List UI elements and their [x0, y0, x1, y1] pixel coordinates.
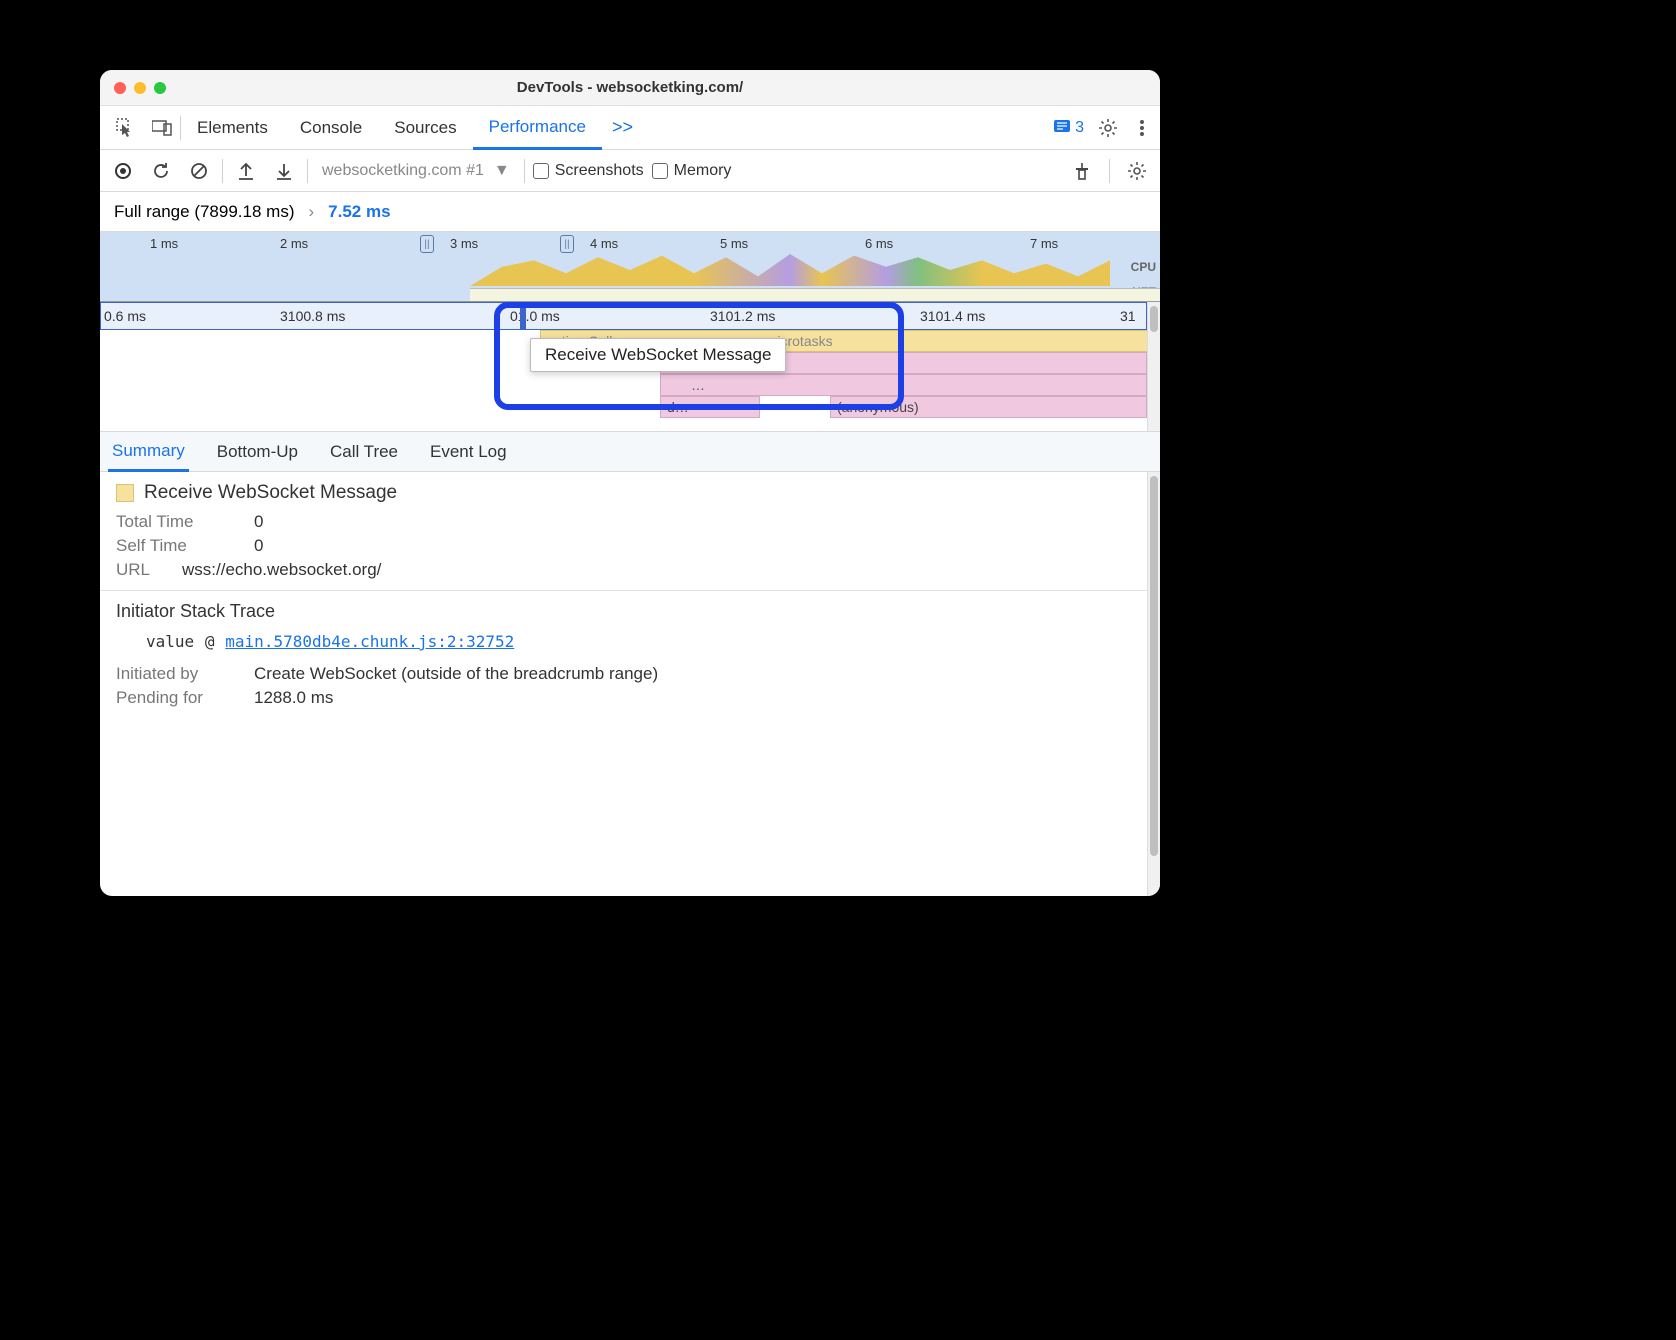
total-time-value: 0 — [254, 512, 263, 532]
memory-label: Memory — [674, 162, 732, 180]
stack-source-link[interactable]: main.5780db4e.chunk.js:2:32752 — [225, 632, 514, 651]
flame-tick: 31 — [1120, 308, 1136, 324]
scrollbar-thumb[interactable] — [1150, 306, 1158, 332]
summary-scrollbar[interactable] — [1147, 472, 1160, 896]
url-value: wss://echo.websocket.org/ — [182, 560, 381, 580]
checkbox-icon — [652, 163, 668, 179]
separator — [1109, 159, 1110, 183]
checkbox-icon — [533, 163, 549, 179]
scrollbar-thumb[interactable] — [1150, 476, 1158, 856]
target-dropdown[interactable]: websocketking.com #1 ▼ — [316, 162, 516, 180]
target-label: websocketking.com #1 — [322, 162, 484, 180]
titlebar: DevTools - websocketking.com/ — [100, 70, 1160, 106]
kebab-menu-icon[interactable] — [1132, 118, 1152, 138]
record-button[interactable] — [108, 156, 138, 186]
overview-tick: 4 ms — [590, 236, 618, 251]
initiated-by-value: Create WebSocket (outside of the breadcr… — [254, 664, 658, 684]
zoom-window-button[interactable] — [154, 82, 166, 94]
panel-tabs: Elements Console Sources Performance >> … — [100, 106, 1160, 150]
overview-tick: 5 ms — [720, 236, 748, 251]
settings-gear-icon[interactable] — [1098, 118, 1118, 138]
capture-settings-gear-icon[interactable] — [1122, 156, 1152, 186]
divider — [100, 590, 1160, 591]
flame-marker — [520, 302, 526, 330]
separator — [222, 159, 223, 183]
devtools-window: DevTools - websocketking.com/ Elements C… — [100, 70, 1160, 896]
flame-bar-d[interactable]: d… — [660, 396, 760, 418]
self-time-value: 0 — [254, 536, 263, 556]
overview-handle-left[interactable]: || — [420, 235, 434, 253]
self-time-label: Self Time — [116, 536, 236, 556]
full-range-label[interactable]: Full range (7899.18 ms) — [114, 202, 294, 222]
overview-tick: 6 ms — [865, 236, 893, 251]
close-window-button[interactable] — [114, 82, 126, 94]
total-time-label: Total Time — [116, 512, 236, 532]
window-controls — [114, 82, 166, 94]
detail-tabs: Summary Bottom-Up Call Tree Event Log — [100, 432, 1160, 472]
pending-for-value: 1288.0 ms — [254, 688, 333, 708]
selected-range[interactable]: 7.52 ms — [328, 202, 390, 222]
screenshots-label: Screenshots — [555, 162, 644, 180]
pending-for-label: Pending for — [116, 688, 236, 708]
overview-tick: 1 ms — [150, 236, 178, 251]
timeline-overview[interactable]: 1 ms 2 ms 3 ms 4 ms 5 ms 6 ms 7 ms || ||… — [100, 232, 1160, 302]
overview-tick: 3 ms — [450, 236, 478, 251]
tab-summary[interactable]: Summary — [108, 433, 189, 472]
stack-trace-header: Initiator Stack Trace — [116, 601, 1144, 622]
tab-performance[interactable]: Performance — [473, 107, 602, 150]
summary-panel: Receive WebSocket Message Total Time 0 S… — [100, 472, 1160, 896]
flame-tick: 01.0 ms — [510, 308, 560, 324]
screenshots-checkbox[interactable]: Screenshots — [533, 162, 644, 180]
stack-at: @ — [205, 632, 215, 651]
net-strip — [470, 288, 1160, 301]
overview-tick: 2 ms — [280, 236, 308, 251]
flame-chart[interactable]: 0.6 ms 3100.8 ms 01.0 ms 3101.2 ms 3101.… — [100, 302, 1160, 432]
issues-count: 3 — [1075, 119, 1084, 137]
flame-tick: 3101.4 ms — [920, 308, 985, 324]
memory-checkbox[interactable]: Memory — [652, 162, 732, 180]
chevron-right-icon: › — [308, 202, 314, 222]
issues-counter[interactable]: 3 — [1053, 119, 1084, 137]
event-color-swatch — [116, 484, 134, 502]
tab-sources[interactable]: Sources — [378, 106, 472, 149]
minimize-window-button[interactable] — [134, 82, 146, 94]
flame-tick: 3100.8 ms — [280, 308, 345, 324]
upload-button[interactable] — [231, 156, 261, 186]
window-title: DevTools - websocketking.com/ — [517, 79, 743, 96]
tab-bottom-up[interactable]: Bottom-Up — [213, 432, 302, 471]
summary-title-row: Receive WebSocket Message — [116, 482, 1144, 504]
tab-event-log[interactable]: Event Log — [426, 432, 511, 471]
performance-toolbar: websocketking.com #1 ▼ Screenshots Memor… — [100, 150, 1160, 192]
initiated-by-label: Initiated by — [116, 664, 236, 684]
url-label: URL — [116, 560, 164, 580]
tabs-overflow-button[interactable]: >> — [602, 117, 643, 138]
separator — [307, 159, 308, 183]
chevron-down-icon: ▼ — [494, 162, 510, 180]
summary-title: Receive WebSocket Message — [144, 482, 397, 504]
stack-fn: value — [146, 632, 194, 651]
tab-console[interactable]: Console — [284, 106, 378, 149]
flame-tick: 0.6 ms — [104, 308, 146, 324]
device-toggle-icon[interactable] — [144, 120, 180, 136]
reload-button[interactable] — [146, 156, 176, 186]
flame-tooltip: Receive WebSocket Message — [530, 338, 786, 372]
tab-elements[interactable]: Elements — [181, 106, 284, 149]
overview-tick: 7 ms — [1030, 236, 1058, 251]
tab-call-tree[interactable]: Call Tree — [326, 432, 402, 471]
cpu-label: CPU — [1131, 260, 1156, 274]
garbage-collect-button[interactable] — [1067, 156, 1097, 186]
breadcrumb: Full range (7899.18 ms) › 7.52 ms — [100, 192, 1160, 232]
download-button[interactable] — [269, 156, 299, 186]
flame-bar-anonymous[interactable]: (anonymous) — [830, 396, 1147, 418]
stack-frame: value @ main.5780db4e.chunk.js:2:32752 — [116, 632, 1144, 652]
flame-scrollbar[interactable] — [1147, 302, 1160, 431]
separator — [524, 159, 525, 183]
flame-tick: 3101.2 ms — [710, 308, 775, 324]
inspect-icon[interactable] — [108, 118, 144, 138]
clear-button[interactable] — [184, 156, 214, 186]
cpu-activity-graph — [470, 254, 1110, 286]
flame-bar-row3[interactable]: … — [660, 374, 1147, 396]
overview-handle-right[interactable]: || — [560, 235, 574, 253]
